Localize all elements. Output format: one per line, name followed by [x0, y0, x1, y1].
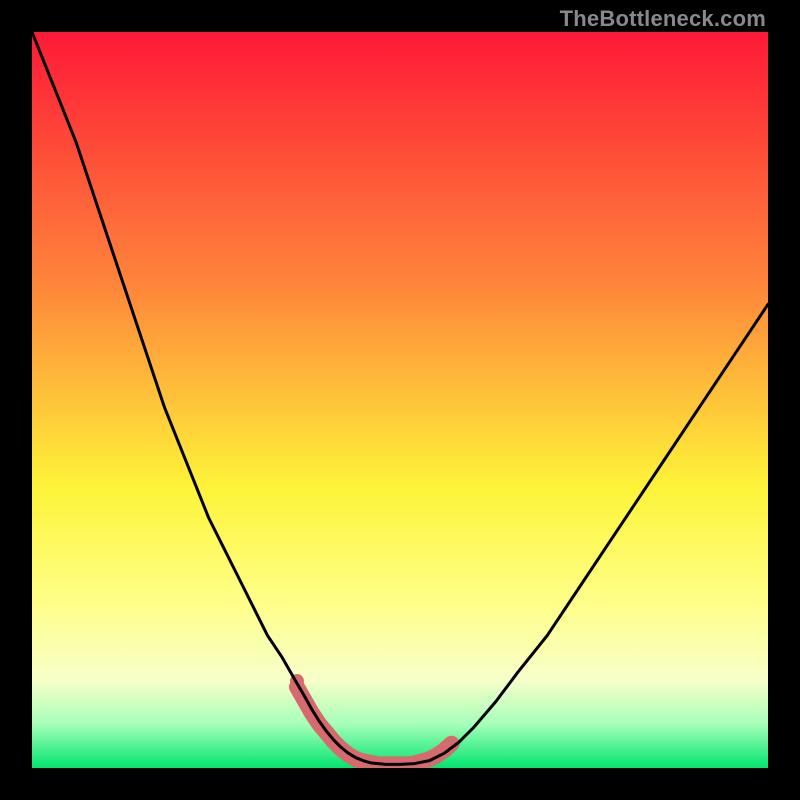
bottleneck-chart	[32, 32, 768, 768]
watermark-text: TheBottleneck.com	[560, 6, 766, 32]
chart-frame: TheBottleneck.com	[0, 0, 800, 800]
gradient-background	[32, 32, 768, 768]
plot-area	[32, 32, 768, 768]
